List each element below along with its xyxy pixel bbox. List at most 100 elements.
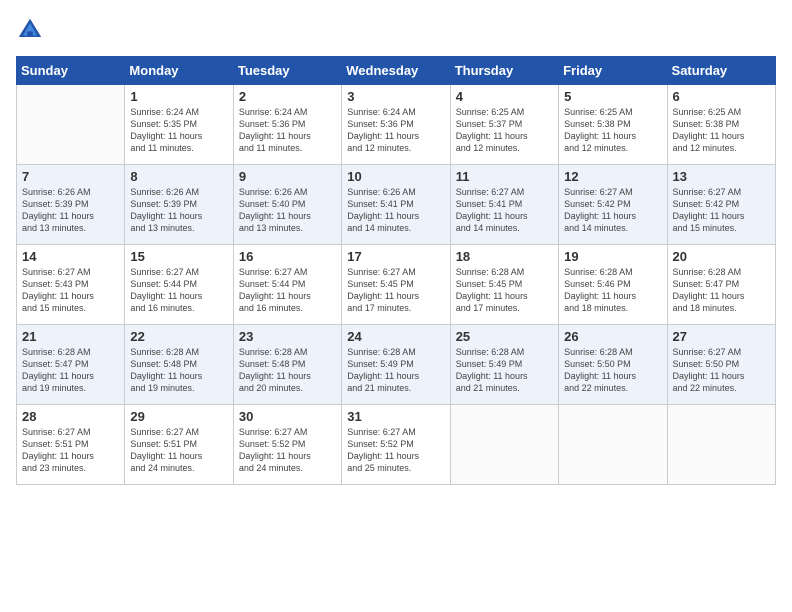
calendar-cell: 12Sunrise: 6:27 AM Sunset: 5:42 PM Dayli…	[559, 165, 667, 245]
calendar-cell: 11 Sunrise: 6:27 AM Sunset: 5:41 PM Dayli…	[450, 165, 558, 245]
day-number: 19	[564, 249, 661, 264]
week-row-1: 1 Sunrise: 6:24 AM Sunset: 5:35 PM Daylig…	[17, 85, 776, 165]
week-row-5: 28 Sunrise: 6:27 AM Sunset: 5:51 PM Dayli…	[17, 405, 776, 485]
day-info: Sunrise: 6:28 AM Sunset: 5:45 PM Dayligh…	[456, 266, 553, 315]
day-number: 28	[22, 409, 119, 424]
day-info: Sunrise: 6:27 AM Sunset: 5:43 PM Dayligh…	[22, 266, 119, 315]
day-info: Sunrise: 6:27 AM Sunset: 5:44 PM Dayligh…	[239, 266, 336, 315]
day-info: Sunrise: 6:27 AM Sunset: 5:51 PM Dayligh…	[22, 426, 119, 475]
calendar-cell: 13Sunrise: 6:27 AM Sunset: 5:42 PM Dayli…	[667, 165, 775, 245]
day-info: Sunrise: 6:26 AM Sunset: 5:39 PM Dayligh…	[22, 186, 119, 235]
day-number: 14	[22, 249, 119, 264]
day-number: 4	[456, 89, 553, 104]
day-info: Sunrise: 6:27 AM Sunset: 5:52 PM Dayligh…	[347, 426, 444, 475]
calendar-cell: 25 Sunrise: 6:28 AM Sunset: 5:49 PM Dayli…	[450, 325, 558, 405]
day-info: Sunrise: 6:28 AM Sunset: 5:48 PM Dayligh…	[239, 346, 336, 395]
day-info: Sunrise: 6:27 AM Sunset: 5:41 PM Dayligh…	[456, 186, 553, 235]
day-info: Sunrise: 6:26 AM Sunset: 5:40 PM Dayligh…	[239, 186, 336, 235]
calendar-cell: 30 Sunrise: 6:27 AM Sunset: 5:52 PM Dayli…	[233, 405, 341, 485]
day-number: 16	[239, 249, 336, 264]
calendar-cell: 20 Sunrise: 6:28 AM Sunset: 5:47 PM Dayli…	[667, 245, 775, 325]
calendar-cell: 16 Sunrise: 6:27 AM Sunset: 5:44 PM Dayli…	[233, 245, 341, 325]
day-info: Sunrise: 6:24 AM Sunset: 5:35 PM Dayligh…	[130, 106, 227, 155]
day-number: 18	[456, 249, 553, 264]
day-number: 12	[564, 169, 661, 184]
day-info: Sunrise: 6:25 AM Sunset: 5:37 PM Dayligh…	[456, 106, 553, 155]
day-number: 26	[564, 329, 661, 344]
day-number: 30	[239, 409, 336, 424]
calendar-cell: 1 Sunrise: 6:24 AM Sunset: 5:35 PM Daylig…	[125, 85, 233, 165]
day-info: Sunrise: 6:27 AM Sunset: 5:44 PM Dayligh…	[130, 266, 227, 315]
weekday-header-friday: Friday	[559, 57, 667, 85]
week-row-4: 21 Sunrise: 6:28 AM Sunset: 5:47 PM Dayli…	[17, 325, 776, 405]
day-info: Sunrise: 6:28 AM Sunset: 5:48 PM Dayligh…	[130, 346, 227, 395]
calendar-cell: 15 Sunrise: 6:27 AM Sunset: 5:44 PM Dayli…	[125, 245, 233, 325]
page-header	[16, 16, 776, 44]
weekday-header-saturday: Saturday	[667, 57, 775, 85]
calendar-cell	[667, 405, 775, 485]
day-number: 21	[22, 329, 119, 344]
day-info: Sunrise: 6:26 AM Sunset: 5:41 PM Dayligh…	[347, 186, 444, 235]
day-number: 15	[130, 249, 227, 264]
day-info: Sunrise: 6:28 AM Sunset: 5:49 PM Dayligh…	[347, 346, 444, 395]
day-info: Sunrise: 6:27 AM Sunset: 5:50 PM Dayligh…	[673, 346, 770, 395]
calendar-cell: 27 Sunrise: 6:27 AM Sunset: 5:50 PM Dayli…	[667, 325, 775, 405]
calendar-cell: 24Sunrise: 6:28 AM Sunset: 5:49 PM Dayli…	[342, 325, 450, 405]
day-number: 23	[239, 329, 336, 344]
weekday-header-thursday: Thursday	[450, 57, 558, 85]
weekday-header-row: SundayMondayTuesdayWednesdayThursdayFrid…	[17, 57, 776, 85]
calendar-table: SundayMondayTuesdayWednesdayThursdayFrid…	[16, 56, 776, 485]
day-number: 7	[22, 169, 119, 184]
day-info: Sunrise: 6:28 AM Sunset: 5:47 PM Dayligh…	[22, 346, 119, 395]
day-info: Sunrise: 6:27 AM Sunset: 5:51 PM Dayligh…	[130, 426, 227, 475]
day-number: 27	[673, 329, 770, 344]
day-info: Sunrise: 6:24 AM Sunset: 5:36 PM Dayligh…	[239, 106, 336, 155]
calendar-cell: 14 Sunrise: 6:27 AM Sunset: 5:43 PM Dayli…	[17, 245, 125, 325]
calendar-cell: 5 Sunrise: 6:25 AM Sunset: 5:38 PM Daylig…	[559, 85, 667, 165]
calendar-cell: 19 Sunrise: 6:28 AM Sunset: 5:46 PM Dayli…	[559, 245, 667, 325]
day-number: 2	[239, 89, 336, 104]
calendar-cell: 21 Sunrise: 6:28 AM Sunset: 5:47 PM Dayli…	[17, 325, 125, 405]
calendar-cell: 6 Sunrise: 6:25 AM Sunset: 5:38 PM Daylig…	[667, 85, 775, 165]
calendar-cell: 7 Sunrise: 6:26 AM Sunset: 5:39 PM Daylig…	[17, 165, 125, 245]
day-number: 3	[347, 89, 444, 104]
day-info: Sunrise: 6:25 AM Sunset: 5:38 PM Dayligh…	[564, 106, 661, 155]
day-info: Sunrise: 6:28 AM Sunset: 5:50 PM Dayligh…	[564, 346, 661, 395]
calendar-cell: 9 Sunrise: 6:26 AM Sunset: 5:40 PM Daylig…	[233, 165, 341, 245]
day-number: 5	[564, 89, 661, 104]
weekday-header-monday: Monday	[125, 57, 233, 85]
day-number: 22	[130, 329, 227, 344]
week-row-2: 7 Sunrise: 6:26 AM Sunset: 5:39 PM Daylig…	[17, 165, 776, 245]
day-number: 1	[130, 89, 227, 104]
day-info: Sunrise: 6:25 AM Sunset: 5:38 PM Dayligh…	[673, 106, 770, 155]
day-info: Sunrise: 6:28 AM Sunset: 5:47 PM Dayligh…	[673, 266, 770, 315]
day-info: Sunrise: 6:27 AM Sunset: 5:52 PM Dayligh…	[239, 426, 336, 475]
calendar-cell: 4 Sunrise: 6:25 AM Sunset: 5:37 PM Daylig…	[450, 85, 558, 165]
day-info: Sunrise: 6:24 AM Sunset: 5:36 PM Dayligh…	[347, 106, 444, 155]
calendar-cell: 10 Sunrise: 6:26 AM Sunset: 5:41 PM Dayli…	[342, 165, 450, 245]
day-number: 25	[456, 329, 553, 344]
day-info: Sunrise: 6:27 AM Sunset: 5:45 PM Dayligh…	[347, 266, 444, 315]
weekday-header-sunday: Sunday	[17, 57, 125, 85]
day-info: Sunrise: 6:28 AM Sunset: 5:49 PM Dayligh…	[456, 346, 553, 395]
week-row-3: 14 Sunrise: 6:27 AM Sunset: 5:43 PM Dayli…	[17, 245, 776, 325]
calendar-cell: 3 Sunrise: 6:24 AM Sunset: 5:36 PM Daylig…	[342, 85, 450, 165]
day-info: Sunrise: 6:28 AM Sunset: 5:46 PM Dayligh…	[564, 266, 661, 315]
day-number: 9	[239, 169, 336, 184]
calendar-cell: 8Sunrise: 6:26 AM Sunset: 5:39 PM Daylig…	[125, 165, 233, 245]
calendar-cell: 23 Sunrise: 6:28 AM Sunset: 5:48 PM Dayli…	[233, 325, 341, 405]
day-number: 13	[673, 169, 770, 184]
calendar-cell: 26 Sunrise: 6:28 AM Sunset: 5:50 PM Dayli…	[559, 325, 667, 405]
calendar-cell: 29Sunrise: 6:27 AM Sunset: 5:51 PM Dayli…	[125, 405, 233, 485]
day-number: 20	[673, 249, 770, 264]
day-number: 6	[673, 89, 770, 104]
day-number: 10	[347, 169, 444, 184]
calendar-cell: 28 Sunrise: 6:27 AM Sunset: 5:51 PM Dayli…	[17, 405, 125, 485]
weekday-header-wednesday: Wednesday	[342, 57, 450, 85]
day-number: 11	[456, 169, 553, 184]
calendar-cell: 2 Sunrise: 6:24 AM Sunset: 5:36 PM Daylig…	[233, 85, 341, 165]
calendar-cell: 22 Sunrise: 6:28 AM Sunset: 5:48 PM Dayli…	[125, 325, 233, 405]
calendar-cell	[559, 405, 667, 485]
day-number: 31	[347, 409, 444, 424]
calendar-cell: 17Sunrise: 6:27 AM Sunset: 5:45 PM Dayli…	[342, 245, 450, 325]
